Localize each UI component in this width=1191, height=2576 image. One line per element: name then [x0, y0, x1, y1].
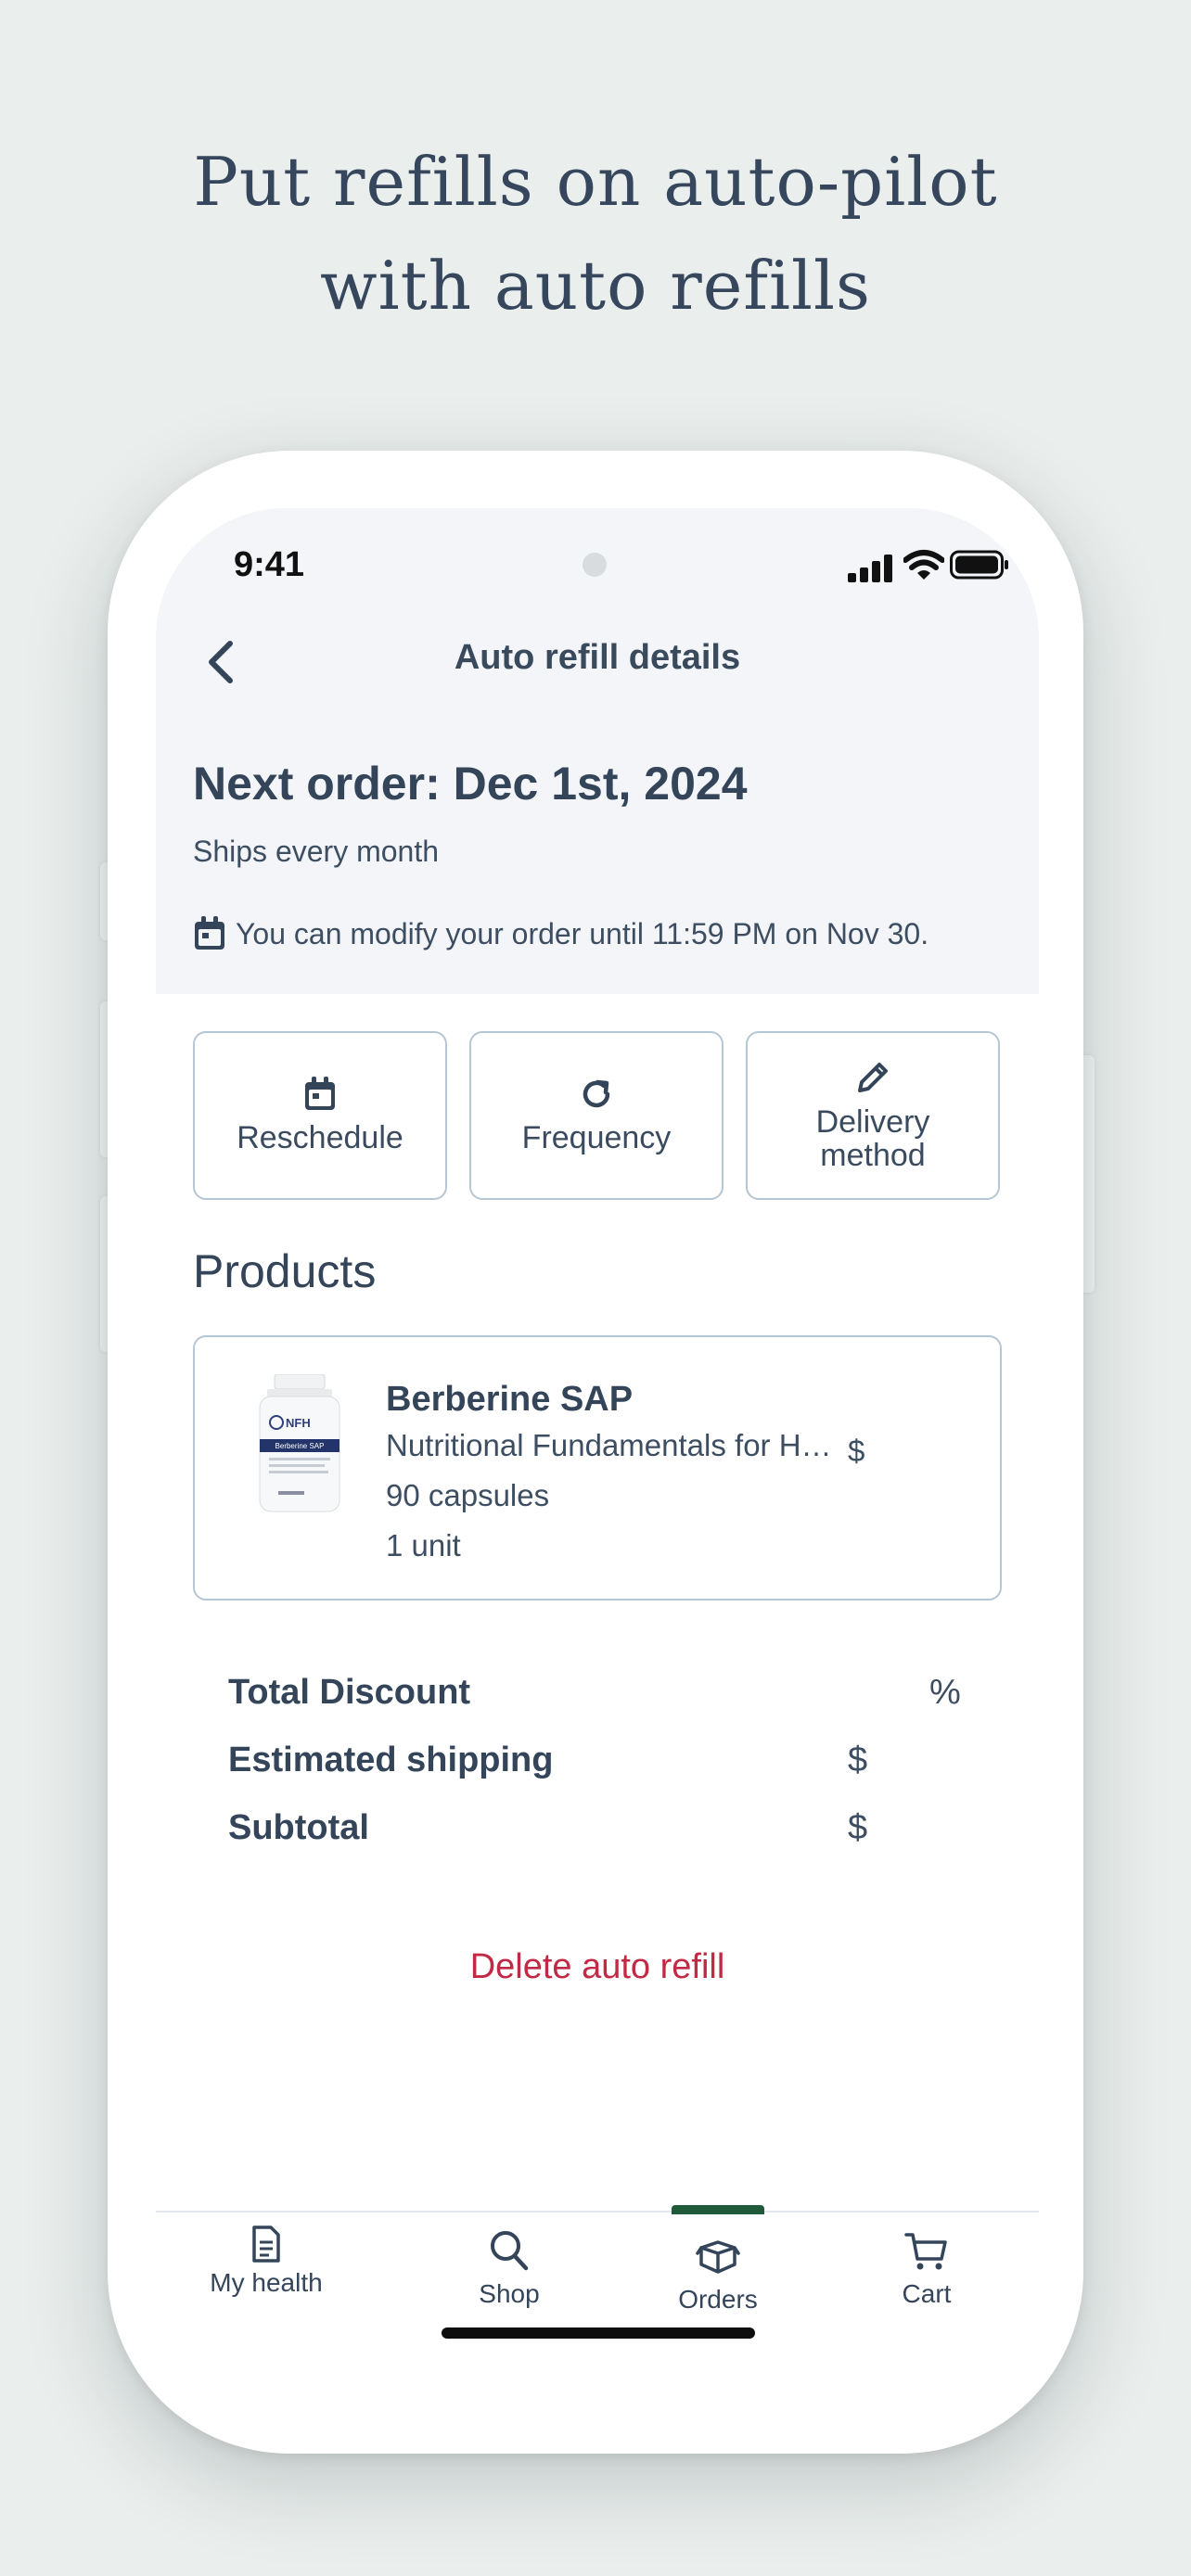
cellular-signal-icon: [848, 555, 892, 582]
document-icon: [252, 2225, 280, 2263]
calendar-icon: [305, 1077, 335, 1110]
next-order-date: Next order: Dec 1st, 2024: [193, 758, 748, 810]
tab-shop-label: Shop: [479, 2279, 540, 2308]
phone-screen: 9:41 Auto refill details Next order: Dec…: [156, 508, 1039, 2391]
page-title: Auto refill details: [454, 638, 741, 677]
modify-deadline-notice: You can modify your order until 11:59 PM…: [193, 916, 928, 951]
calendar-icon: [195, 916, 224, 950]
delivery-label-line-2: method: [820, 1138, 926, 1173]
total-discount-value: %: [929, 1673, 961, 1712]
subtotal-value: $: [848, 1808, 868, 1847]
tab-my-health[interactable]: My health: [156, 2213, 377, 2352]
reschedule-label: Reschedule: [237, 1120, 403, 1155]
frequency-label: Frequency: [521, 1120, 672, 1155]
headline-line-1: Put refills on auto-pilot: [193, 143, 998, 221]
total-discount-label: Total Discount: [228, 1673, 471, 1712]
tab-cart[interactable]: Cart: [816, 2213, 1037, 2352]
product-image: NFH Berberine SAP: [259, 1374, 340, 1512]
bottom-tab-bar: My health Shop Orders Cart: [156, 2205, 1039, 2391]
refresh-icon: [583, 1079, 610, 1108]
home-indicator[interactable]: [442, 2327, 755, 2339]
reschedule-button[interactable]: Reschedule: [193, 1031, 447, 1200]
product-card[interactable]: NFH Berberine SAP Berberine SAP Nutritio…: [193, 1335, 1002, 1600]
search-icon: [491, 2231, 529, 2271]
headline-line-2: with auto refills: [319, 247, 872, 325]
delete-auto-refill-button[interactable]: Delete auto refill: [156, 1947, 1039, 1987]
box-icon: [696, 2240, 740, 2274]
tab-orders-label: Orders: [678, 2285, 758, 2314]
delivery-label-line-1: Delivery: [815, 1104, 930, 1140]
tab-my-health-label: My health: [210, 2268, 323, 2297]
modify-deadline-text: You can modify your order until 11:59 PM…: [236, 916, 929, 950]
front-camera: [583, 553, 607, 577]
refill-actions: Reschedule Frequency Delivery method: [193, 1031, 1002, 1202]
delivery-method-button[interactable]: Delivery method: [746, 1031, 1000, 1200]
tab-cart-label: Cart: [902, 2279, 952, 2308]
bottle-product-text: Berberine SAP: [275, 1442, 325, 1450]
shipping-frequency-text: Ships every month: [193, 835, 440, 868]
battery-icon: [950, 550, 1008, 580]
product-brand: Nutritional Fundamentals for Health: [386, 1428, 837, 1462]
marketing-headline: Put refills on auto-pilot with auto refi…: [0, 130, 1191, 338]
estimated-shipping-value: $: [848, 1741, 868, 1779]
pencil-icon: [858, 1063, 888, 1092]
product-name: Berberine SAP: [386, 1380, 634, 1419]
frequency-button[interactable]: Frequency: [469, 1031, 724, 1200]
wifi-icon: [903, 550, 944, 580]
status-time: 9:41: [234, 545, 305, 584]
bottle-brand-text: NFH: [286, 1416, 311, 1430]
product-price: $: [848, 1434, 865, 1468]
products-heading: Products: [193, 1245, 377, 1297]
product-size: 90 capsules: [386, 1478, 550, 1512]
cart-icon: [904, 2233, 947, 2270]
product-quantity: 1 unit: [386, 1528, 461, 1562]
